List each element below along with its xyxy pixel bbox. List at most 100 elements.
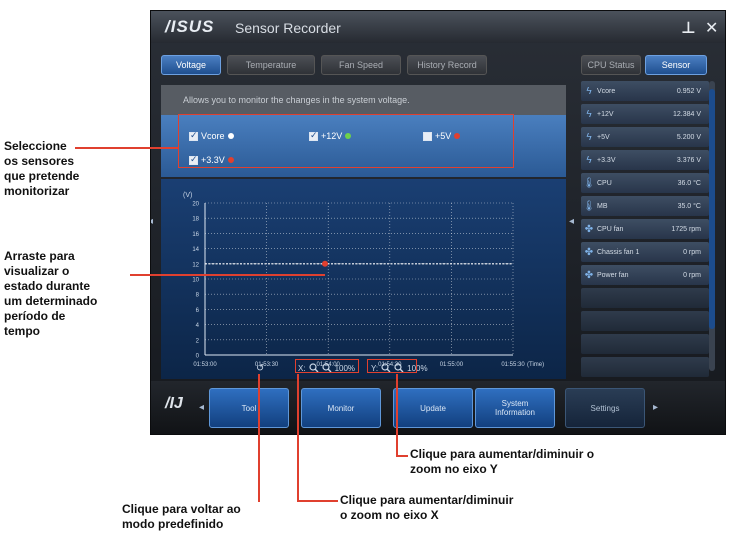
sensor-recorder-window: /ISUS Sensor Recorder ⊥ ✕ Voltage Temper… <box>150 10 726 435</box>
y-tick-label: 20 <box>192 202 199 208</box>
zoom-y-label: Y: <box>371 363 379 373</box>
series-color-dot <box>227 133 234 139</box>
fan-icon: ✤ <box>584 269 594 281</box>
tab-fan-speed[interactable]: Fan Speed <box>321 55 401 75</box>
fan-icon: ✤ <box>584 223 594 235</box>
voltage-icon: ϟ <box>586 108 592 120</box>
y-tick-label: 10 <box>192 278 199 284</box>
sensor-row-3-3v: ϟ +3.3V 3.376 V <box>581 150 709 170</box>
description-text: Allows you to monitor the changes in the… <box>183 95 410 105</box>
nav-settings-button[interactable]: Settings <box>565 388 645 428</box>
checkbox-icon <box>309 130 318 141</box>
y-tick-label: 2 <box>196 338 200 344</box>
sensor-row-cpu-fan: ✤ CPU fan 1725 rpm <box>581 219 709 239</box>
checkbox-icon <box>189 154 198 165</box>
nav-next-arrow-icon[interactable]: ▸ <box>653 402 658 413</box>
chart-svg[interactable]: (V)2018161412108642001:53:00 01:53:30 01:5… <box>161 179 566 379</box>
tab-temperature[interactable]: Temperature <box>227 55 315 75</box>
y-tick-label: 16 <box>192 232 199 238</box>
leader-line <box>297 500 338 502</box>
sensor-row-mb-temp: 🌡 MB 35.0 °C <box>581 196 709 216</box>
tab-cpu-status[interactable]: CPU Status <box>581 55 641 75</box>
window-title: Sensor Recorder <box>235 20 341 36</box>
scrollbar-thumb[interactable] <box>709 89 715 329</box>
sensor-checkbox-3-3v[interactable]: +3.3V <box>189 154 234 165</box>
reset-zoom-control[interactable]: ↺ <box>256 363 264 374</box>
close-button[interactable]: ✕ <box>705 18 718 37</box>
leader-line <box>258 374 260 502</box>
voltage-chart[interactable]: (V) 20 18 16 14 12 10 8 6 4 2 0 01:53:00 01:53:30 01:5… <box>161 179 566 379</box>
voltage-icon: ϟ <box>586 154 592 166</box>
voltage-icon: ϟ <box>586 131 592 143</box>
leader-line <box>75 147 178 149</box>
reset-icon[interactable]: ↺ <box>256 363 264 374</box>
y-tick-label: 8 <box>196 293 200 299</box>
y-axis-unit: (V) <box>183 192 192 199</box>
nav-prev-arrow-icon[interactable]: ◂ <box>199 402 204 413</box>
zoom-in-x-icon[interactable] <box>308 363 319 373</box>
y-tick-label: 4 <box>196 323 200 329</box>
sensor-row-power-fan: ✤ Power fan 0 rpm <box>581 265 709 285</box>
minimize-button[interactable]: ⊥ <box>681 18 696 37</box>
fan-icon: ✤ <box>584 246 594 258</box>
annotation-reset: Clique para voltar ao modo predefinido <box>122 502 241 531</box>
ai-suite-logo: /IJ <box>165 395 183 412</box>
zoom-out-y-icon[interactable] <box>394 363 404 373</box>
sensor-checkbox-vcore[interactable]: Vcore <box>189 130 234 141</box>
y-tick-label: 6 <box>196 308 200 314</box>
temperature-icon: 🌡 <box>582 200 596 212</box>
sensor-row-5v: ϟ +5V 5.200 V <box>581 127 709 147</box>
series-color-dot <box>345 133 352 139</box>
zoom-x-label: X: <box>298 363 306 373</box>
sensor-row-12v: ϟ +12V 12.384 V <box>581 104 709 124</box>
drag-handle-dot <box>322 260 328 267</box>
tab-history-record[interactable]: History Record <box>407 55 487 75</box>
tab-sensor[interactable]: Sensor <box>645 55 707 75</box>
asus-logo: /ISUS <box>165 17 215 36</box>
x-tick-label: 01:55:30 <box>501 362 525 368</box>
series-color-dot <box>227 157 234 163</box>
sensor-list-scrollbar[interactable] <box>709 81 715 371</box>
leader-line <box>130 274 325 276</box>
y-tick-label: 18 <box>192 217 199 223</box>
title-bar: /ISUS Sensor Recorder ⊥ ✕ <box>151 11 725 43</box>
zoom-in-y-icon[interactable] <box>381 363 391 373</box>
chart-next-arrow-icon[interactable]: ◂ <box>569 216 574 227</box>
sensor-row-vcore: ϟ Vcore 0.952 V <box>581 81 709 101</box>
sensor-row-chassis-fan: ✤ Chassis fan 10 rpm <box>581 242 709 262</box>
leader-line <box>297 374 299 500</box>
sensor-row-cpu-temp: 🌡 CPU 36.0 °C <box>581 173 709 193</box>
voltage-icon: ϟ <box>586 85 592 97</box>
checkbox-icon <box>189 130 198 141</box>
series-color-dot <box>454 133 461 139</box>
sensor-row-empty <box>581 288 709 308</box>
sensor-row-empty <box>581 311 709 331</box>
y-tick-label: 14 <box>192 247 199 253</box>
bottom-navigation: /IJ ◂ Tool Monitor Update System Informa… <box>151 381 725 434</box>
sensor-readings-list: ϟ Vcore 0.952 V ϟ +12V 12.384 V ϟ +5V 5.200 V … <box>581 81 711 377</box>
nav-system-information-button[interactable]: System Information <box>475 388 555 428</box>
chart-prev-arrow-icon[interactable]: ◂ <box>151 216 153 227</box>
annotation-select-sensors: Seleccione os sensores que pretende moni… <box>4 139 80 198</box>
zoom-y-control: Y: 100% <box>371 363 428 373</box>
annotation-zoom-y: Clique para aumentar/diminuir o zoom no … <box>410 447 595 476</box>
leader-line <box>396 455 408 457</box>
leader-line <box>396 374 398 455</box>
zoom-y-value: 100% <box>407 363 428 373</box>
sensor-row-empty <box>581 357 709 377</box>
x-axis-unit: (Time) <box>527 362 544 368</box>
x-tick-label: 01:53:00 <box>193 362 217 368</box>
y-tick-label: 12 <box>192 262 199 268</box>
zoom-out-x-icon[interactable] <box>321 363 332 373</box>
sensor-selection-panel: Vcore +12V +5V +3.3V <box>161 115 566 177</box>
temperature-icon: 🌡 <box>582 177 596 189</box>
zoom-x-value: 100% <box>334 363 356 373</box>
sensor-checkbox-5v[interactable]: +5V <box>423 131 461 141</box>
nav-update-button[interactable]: Update <box>393 388 473 428</box>
sensor-checkbox-12v[interactable]: +12V <box>309 130 352 141</box>
zoom-x-control: X: 100% <box>298 363 355 373</box>
tab-voltage[interactable]: Voltage <box>161 55 221 75</box>
nav-tool-button[interactable]: Tool <box>209 388 289 428</box>
nav-monitor-button[interactable]: Monitor <box>301 388 381 428</box>
annotation-zoom-x: Clique para aumentar/diminuir o zoom no … <box>340 493 514 522</box>
